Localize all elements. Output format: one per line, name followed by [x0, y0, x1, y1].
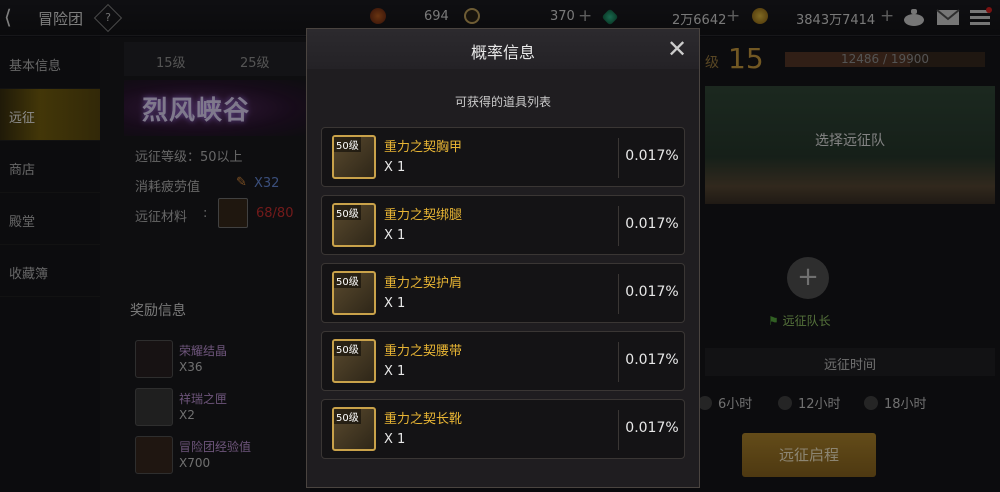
- list-item[interactable]: 50级 重力之契护肩 X 1 0.017%: [321, 263, 685, 323]
- item-probability: 0.017%: [625, 284, 679, 300]
- list-item[interactable]: 50级 重力之契腰带 X 1 0.017%: [321, 331, 685, 391]
- chest-armor-icon: 50级: [332, 135, 376, 179]
- level-badge: 50级: [334, 341, 361, 356]
- divider: [618, 138, 619, 178]
- level-badge: 50级: [334, 205, 361, 220]
- item-name: 重力之契长靴: [384, 412, 463, 427]
- modal-title: 概率信息: [470, 43, 535, 62]
- modal-header: 概率信息 ✕: [307, 29, 699, 69]
- leg-armor-icon: 50级: [332, 203, 376, 247]
- item-name: 重力之契腰带: [384, 344, 463, 359]
- level-badge: 50级: [334, 137, 361, 152]
- boots-icon: 50级: [332, 407, 376, 451]
- item-probability: 0.017%: [625, 352, 679, 368]
- level-badge: 50级: [334, 409, 361, 424]
- list-item[interactable]: 50级 重力之契绑腿 X 1 0.017%: [321, 195, 685, 255]
- item-qty: X 1: [384, 364, 406, 379]
- item-qty: X 1: [384, 160, 406, 175]
- item-qty: X 1: [384, 296, 406, 311]
- modal-subtitle: 可获得的道具列表: [454, 95, 551, 109]
- expedition-screen: ⟨ 冒险团 ? 694 370 + 2万6642 + 3843万7414 + 基…: [0, 0, 1000, 492]
- belt-icon: 50级: [332, 339, 376, 383]
- level-badge: 50级: [334, 273, 361, 288]
- list-item[interactable]: 50级 重力之契长靴 X 1 0.017%: [321, 399, 685, 459]
- item-probability: 0.017%: [625, 420, 679, 436]
- divider: [618, 274, 619, 314]
- item-probability: 0.017%: [625, 216, 679, 232]
- list-item[interactable]: 50级 重力之契胸甲 X 1 0.017%: [321, 127, 685, 187]
- item-name: 重力之契护肩: [384, 276, 463, 291]
- probability-modal: 概率信息 ✕ 可获得的道具列表 50级 重力之契胸甲 X 1 0.017% 50…: [306, 28, 700, 488]
- close-icon[interactable]: ✕: [667, 35, 687, 63]
- item-qty: X 1: [384, 228, 406, 243]
- item-name: 重力之契绑腿: [384, 208, 463, 223]
- item-qty: X 1: [384, 432, 406, 447]
- divider: [618, 342, 619, 382]
- item-probability: 0.017%: [625, 148, 679, 164]
- shoulder-armor-icon: 50级: [332, 271, 376, 315]
- divider: [618, 410, 619, 450]
- item-name: 重力之契胸甲: [384, 140, 463, 155]
- divider: [618, 206, 619, 246]
